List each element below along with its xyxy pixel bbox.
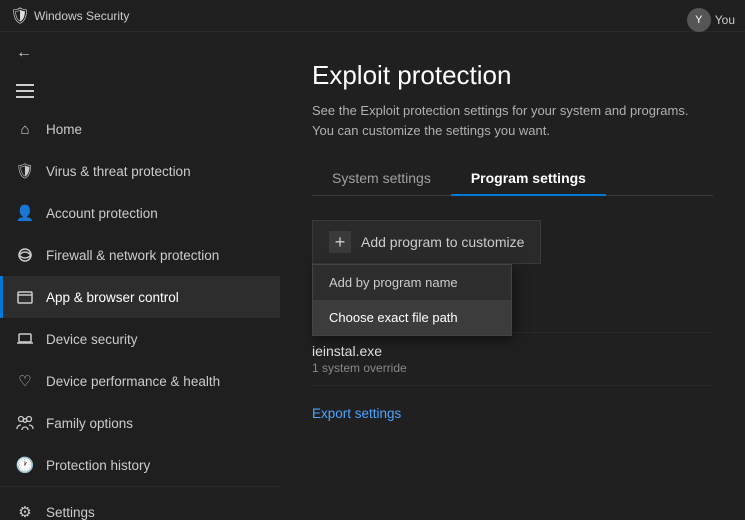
page-description: See the Exploit protection settings for … — [312, 101, 713, 140]
sidebar-bottom: ⚙ Settings — [0, 486, 280, 520]
laptop-icon — [16, 330, 34, 348]
sidebar-item-label: Account protection — [46, 206, 158, 221]
user-area: Y You — [687, 8, 735, 32]
sidebar-item-account-protection[interactable]: 👤 Account protection — [0, 192, 280, 234]
add-program-button[interactable]: + Add program to customize — [312, 220, 541, 264]
sidebar-item-protection-history[interactable]: 🕐 Protection history — [0, 444, 280, 486]
sidebar-item-label: App & browser control — [46, 290, 179, 305]
sidebar-item-virus-threat[interactable]: 🛡 Virus & threat protection — [0, 150, 280, 192]
app-icon: 🛡 — [12, 8, 28, 24]
sidebar-item-label: Settings — [46, 505, 95, 520]
heart-icon: ♡ — [16, 372, 34, 390]
add-program-label: Add program to customize — [361, 234, 524, 250]
title-bar: 🛡 Windows Security Y You — [0, 0, 745, 32]
sidebar-item-label: Device performance & health — [46, 374, 220, 389]
program-override-count: 1 system override — [312, 361, 713, 375]
home-icon: ⌂ — [16, 120, 34, 138]
family-icon — [16, 414, 34, 432]
export-settings-link[interactable]: Export settings — [312, 406, 401, 421]
back-button[interactable]: ← — [0, 32, 280, 74]
tab-program-settings[interactable]: Program settings — [451, 162, 606, 196]
sidebar: ← ⌂ Home 🛡 Virus & threat protection 👤 A… — [0, 32, 280, 520]
main-layout: ← ⌂ Home 🛡 Virus & threat protection 👤 A… — [0, 32, 745, 520]
gear-icon: ⚙ — [16, 503, 34, 520]
add-by-name-option[interactable]: Add by program name — [313, 265, 511, 300]
history-icon: 🕐 — [16, 456, 34, 474]
sidebar-item-firewall[interactable]: Firewall & network protection — [0, 234, 280, 276]
add-program-container: + Add program to customize Add by progra… — [312, 220, 541, 264]
sidebar-item-app-browser[interactable]: App & browser control — [0, 276, 280, 318]
sidebar-item-label: Firewall & network protection — [46, 248, 219, 263]
sidebar-nav: ⌂ Home 🛡 Virus & threat protection 👤 Acc… — [0, 108, 280, 486]
sidebar-item-label: Device security — [46, 332, 138, 347]
program-name: ieinstal.exe — [312, 343, 713, 359]
sidebar-item-family-options[interactable]: Family options — [0, 402, 280, 444]
page-title: Exploit protection — [312, 60, 713, 91]
sidebar-item-label: Family options — [46, 416, 133, 431]
user-label: You — [715, 13, 735, 27]
sidebar-item-label: Protection history — [46, 458, 150, 473]
choose-exact-path-option[interactable]: Choose exact file path — [313, 300, 511, 335]
hamburger-menu[interactable] — [0, 74, 280, 108]
content-area: Exploit protection See the Exploit prote… — [280, 32, 745, 520]
sidebar-item-device-security[interactable]: Device security — [0, 318, 280, 360]
title-bar-text: Windows Security — [34, 9, 129, 23]
back-arrow-icon: ← — [16, 44, 32, 62]
browser-icon — [16, 288, 34, 306]
plus-icon: + — [329, 231, 351, 253]
add-program-dropdown: Add by program name Choose exact file pa… — [312, 264, 512, 336]
program-item-ieinstal: ieinstal.exe 1 system override — [312, 333, 713, 386]
tab-system-settings[interactable]: System settings — [312, 162, 451, 196]
sidebar-item-home[interactable]: ⌂ Home — [0, 108, 280, 150]
sidebar-item-label: Home — [46, 122, 82, 137]
shield-icon: 🛡 — [16, 162, 34, 180]
sidebar-item-settings[interactable]: ⚙ Settings — [0, 491, 280, 520]
avatar: Y — [687, 8, 711, 32]
sidebar-item-device-performance[interactable]: ♡ Device performance & health — [0, 360, 280, 402]
firewall-icon — [16, 246, 34, 264]
tabs-container: System settings Program settings — [312, 162, 713, 196]
sidebar-item-label: Virus & threat protection — [46, 164, 191, 179]
account-icon: 👤 — [16, 204, 34, 222]
